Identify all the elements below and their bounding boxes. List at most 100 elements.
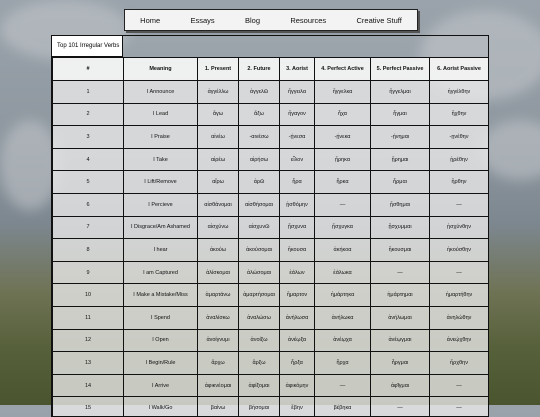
- table-cell: ἀκούω: [198, 239, 239, 262]
- table-cell: 12: [53, 329, 124, 352]
- table-cell: I Walk/Go: [124, 397, 198, 417]
- nav-creative-stuff[interactable]: Creative Stuff: [356, 16, 401, 25]
- column-header: Meaning: [124, 58, 198, 81]
- table-cell: ἠκούσθην: [430, 239, 489, 262]
- table-cell: αἱρήσω: [239, 148, 280, 171]
- table-cell: ᾑρέθην: [430, 148, 489, 171]
- column-header: 2. Future: [239, 58, 280, 81]
- table-cell: αἰνέω: [198, 126, 239, 149]
- column-header: 5. Perfect Passive: [371, 58, 430, 81]
- table-cell: ἦρξα: [280, 352, 315, 375]
- table-cell: I Arrive: [124, 374, 198, 397]
- nav-resources[interactable]: Resources: [290, 16, 326, 25]
- table-row: 13I Begin/Ruleἄρχωἄρξωἦρξαἦρχαἦργμαιἤρχθ…: [53, 352, 489, 375]
- table-cell: ἤγγελκα: [315, 81, 371, 104]
- table-cell: ἄρχω: [198, 352, 239, 375]
- table-cell: -ῄνημαι: [371, 126, 430, 149]
- table-cell: —: [430, 193, 489, 216]
- table-cell: 9: [53, 261, 124, 284]
- table-body: 1I Announceἀγγέλλωἀγγελῶἤγγειλαἤγγελκαἤγ…: [53, 81, 489, 417]
- table-cell: βαίνω: [198, 397, 239, 417]
- nav-home[interactable]: Home: [140, 16, 160, 25]
- table-cell: —: [315, 193, 371, 216]
- table-cell: ἄξω: [239, 103, 280, 126]
- table-cell: I Begin/Rule: [124, 352, 198, 375]
- verbs-panel: Top 101 Irregular Verbs #Meaning1. Prese…: [51, 35, 489, 417]
- table-cell: ἦγμαι: [371, 103, 430, 126]
- column-header: 6. Aorist Passive: [430, 58, 489, 81]
- table-caption: Top 101 Irregular Verbs: [52, 36, 123, 57]
- table-cell: ἤρθην: [430, 171, 489, 194]
- table-cell: -ῄνεκα: [315, 126, 371, 149]
- table-cell: ἤγαγον: [280, 103, 315, 126]
- table-cell: —: [315, 374, 371, 397]
- table-cell: ᾔσχυμμαι: [371, 216, 430, 239]
- table-cell: αἰσθάνομαι: [198, 193, 239, 216]
- table-cell: 15: [53, 397, 124, 417]
- table-cell: ἀκήκοα: [315, 239, 371, 262]
- header-row: #Meaning1. Present2. Future3. Aorist4. P…: [53, 58, 489, 81]
- table-cell: ἄγω: [198, 103, 239, 126]
- table-cell: I Percieve: [124, 193, 198, 216]
- table-cell: ἁλώσομαι: [239, 261, 280, 284]
- table-row: 10I Make a Mistake/Missἁμαρτάνωἁμαρτήσομ…: [53, 284, 489, 307]
- column-header: #: [53, 58, 124, 81]
- table-cell: ᾔσχυγκα: [315, 216, 371, 239]
- table-row: 2I Leadἄγωἄξωἤγαγονἦχαἦγμαιἤχθην: [53, 103, 489, 126]
- table-cell: βήσομαι: [239, 397, 280, 417]
- table-cell: ἀναλίσκω: [198, 306, 239, 329]
- table-row: 12I Openἀνοίγνυμιἀνοίξωἀνέῳξαἀνέῳχαἀνέῳγ…: [53, 329, 489, 352]
- table-cell: αἰσχυνῶ: [239, 216, 280, 239]
- table-cell: ἥμαρτον: [280, 284, 315, 307]
- table-row: 6I Percieveαἰσθάνομαιαἰσθήσομαιᾐσθόμην—ᾔ…: [53, 193, 489, 216]
- table-cell: ἦρχα: [315, 352, 371, 375]
- table-cell: 3: [53, 126, 124, 149]
- table-cell: ἀνεῴχθην: [430, 329, 489, 352]
- table-cell: 11: [53, 306, 124, 329]
- verbs-table: #Meaning1. Present2. Future3. Aorist4. P…: [52, 57, 489, 417]
- table-cell: ἠγγέλθην: [430, 81, 489, 104]
- table-row: 4I Takeαἱρέωαἱρήσωεἷλονᾕρηκαᾕρημαιᾑρέθην: [53, 148, 489, 171]
- table-cell: 5: [53, 171, 124, 194]
- table-cell: 13: [53, 352, 124, 375]
- table-cell: —: [430, 397, 489, 417]
- table-cell: I am Captured: [124, 261, 198, 284]
- table-cell: -ῃνέθην: [430, 126, 489, 149]
- table-cell: I Take: [124, 148, 198, 171]
- table-cell: 1: [53, 81, 124, 104]
- table-cell: ἀνοίξω: [239, 329, 280, 352]
- table-cell: ᾕρημαι: [371, 148, 430, 171]
- table-cell: ἤκουσα: [280, 239, 315, 262]
- table-cell: -ῄνεσα: [280, 126, 315, 149]
- table-cell: ἑάλων: [280, 261, 315, 284]
- table-cell: ἀγγέλλω: [198, 81, 239, 104]
- table-cell: —: [430, 374, 489, 397]
- table-cell: ἀνηλώθην: [430, 306, 489, 329]
- table-cell: I Make a Mistake/Miss: [124, 284, 198, 307]
- table-cell: ἦχα: [315, 103, 371, 126]
- table-row: 11I Spendἀναλίσκωἀναλώσωἀνήλωσαἀνήλωκαἀν…: [53, 306, 489, 329]
- table-cell: ἡμαρτήθην: [430, 284, 489, 307]
- table-cell: ἁλίσκομαι: [198, 261, 239, 284]
- table-cell: —: [371, 397, 430, 417]
- nav-blog[interactable]: Blog: [245, 16, 260, 25]
- nav-essays[interactable]: Essays: [190, 16, 214, 25]
- table-cell: ἀνέῳχα: [315, 329, 371, 352]
- table-cell: I Lift/Remove: [124, 171, 198, 194]
- table-cell: ἡμάρτημαι: [371, 284, 430, 307]
- table-cell: ἀφικνέομαι: [198, 374, 239, 397]
- table-row: 15I Walk/Goβαίνωβήσομαιἔβηνβέβηκα——: [53, 397, 489, 417]
- table-cell: ᾐσχύνθην: [430, 216, 489, 239]
- table-cell: εἷλον: [280, 148, 315, 171]
- column-header: 1. Present: [198, 58, 239, 81]
- table-cell: ἔβην: [280, 397, 315, 417]
- table-cell: ἦρμαι: [371, 171, 430, 194]
- table-cell: 7: [53, 216, 124, 239]
- table-cell: ἤγγειλα: [280, 81, 315, 104]
- table-cell: ἀνήλωκα: [315, 306, 371, 329]
- table-row: 7I Disgrace/Am Ashamedαἰσχύνωαἰσχυνῶᾔσχυ…: [53, 216, 489, 239]
- table-cell: ἀνήλωμαι: [371, 306, 430, 329]
- table-cell: ἡμάρτηκα: [315, 284, 371, 307]
- table-cell: ἀκούσομαι: [239, 239, 280, 262]
- table-cell: I Announce: [124, 81, 198, 104]
